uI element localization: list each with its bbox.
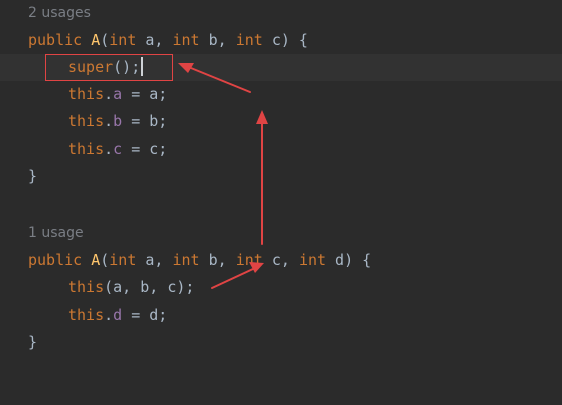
assignment-rest: = b; — [122, 112, 168, 130]
keyword-this: this — [68, 112, 105, 130]
usage-hint[interactable]: 2 usages — [28, 0, 91, 27]
keyword-public: public — [28, 251, 83, 269]
code-line-assign-a[interactable]: this.a = a; — [0, 81, 167, 108]
keyword-this: this — [68, 140, 105, 158]
field-name: d — [113, 306, 123, 324]
open-paren: ( — [100, 251, 110, 269]
keyword-int: int — [172, 31, 200, 49]
param-text: c, — [262, 251, 299, 269]
param-text: b, — [199, 251, 236, 269]
keyword-this: this — [68, 278, 105, 296]
keyword-this: this — [68, 306, 105, 324]
assignment-rest: = c; — [122, 140, 168, 158]
keyword-int: int — [235, 31, 263, 49]
annotation-arrowhead — [256, 110, 268, 124]
assignment-rest: = d; — [122, 306, 168, 324]
keyword-int: int — [172, 251, 200, 269]
code-line-close-brace[interactable]: } — [0, 163, 37, 190]
keyword-int: int — [109, 31, 137, 49]
usage-hint[interactable]: 1 usage — [28, 220, 84, 247]
open-paren: ( — [100, 31, 110, 49]
constructor-name: A — [91, 251, 101, 269]
param-text: a, — [136, 31, 173, 49]
code-line-assign-c[interactable]: this.c = c; — [0, 136, 167, 163]
field-name: c — [113, 140, 123, 158]
keyword-int: int — [109, 251, 137, 269]
field-name: b — [113, 112, 123, 130]
constructor-name: A — [91, 31, 101, 49]
param-text: b, — [199, 31, 236, 49]
this-call-args: (a, b, c); — [104, 278, 195, 296]
dot: . — [104, 112, 114, 130]
keyword-int: int — [298, 251, 327, 269]
code-line-this-call[interactable]: this(a, b, c); — [0, 274, 194, 301]
keyword-int: int — [235, 251, 263, 269]
annotation-highlight-box — [45, 54, 173, 81]
code-line-assign-b[interactable]: this.b = b; — [0, 108, 167, 135]
param-text: c) { — [262, 31, 308, 49]
param-text: d) { — [326, 251, 372, 269]
field-name: a — [113, 85, 123, 103]
code-line-close-brace[interactable]: } — [0, 329, 37, 356]
param-text: a, — [136, 251, 173, 269]
dot: . — [104, 140, 114, 158]
code-editor[interactable]: 2 usages public A(int a, int b, int c) {… — [0, 0, 562, 405]
code-line-assign-d[interactable]: this.d = d; — [0, 302, 167, 329]
keyword-public: public — [28, 31, 83, 49]
close-brace: } — [28, 167, 38, 185]
assignment-rest: = a; — [122, 85, 168, 103]
code-line-constructor-signature[interactable]: public A(int a, int b, int c) { — [0, 27, 308, 54]
close-brace: } — [28, 333, 38, 351]
code-line-constructor-signature[interactable]: public A(int a, int b, int c, int d) { — [0, 247, 371, 274]
keyword-this: this — [68, 85, 105, 103]
dot: . — [104, 85, 114, 103]
dot: . — [104, 306, 114, 324]
